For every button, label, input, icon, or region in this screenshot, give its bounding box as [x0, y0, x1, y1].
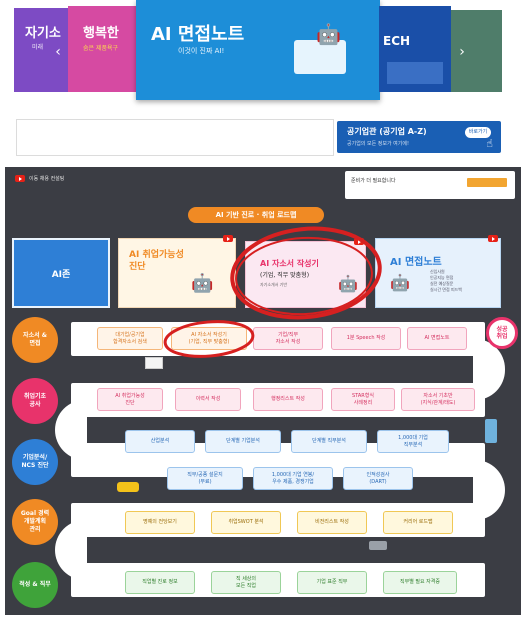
road-turn	[55, 400, 87, 460]
public-enterprise-sublabel: 공기업의 모든 정보가 여기에!	[347, 141, 409, 147]
step-star-cases[interactable]: STAR형식 사례정리	[331, 388, 395, 411]
step-job-survey[interactable]: 직무/공종 설문지 (무료)	[167, 467, 243, 490]
youtube-icon[interactable]	[354, 238, 364, 245]
step-ai-interview-note[interactable]: AI 면접노트	[407, 327, 467, 350]
ai-employability-card[interactable]: AI 취업가능성 진단 🤖	[118, 235, 236, 308]
goal-success-badge: 성공 취업	[486, 317, 518, 349]
public-enterprise-button[interactable]: 공기업관 (공기업 A-Z) 공기업의 모든 정보가 여기에! 바로가기 ☝	[337, 121, 501, 153]
step-cv-writing[interactable]: 이력서 작성	[175, 388, 241, 411]
step-1min-speech[interactable]: 1분 Speech 작성	[331, 327, 401, 350]
slide-3-active[interactable]: AI 면접노트 이것이 진짜 AI! 🤖	[136, 0, 380, 100]
step-1000-company-salary[interactable]: 1,000대 기업 연봉/ 우수 제품, 경쟁기업	[253, 467, 333, 490]
slide-1-title: 자기소	[25, 26, 61, 41]
step-resume-search[interactable]: 대기업/공기업 합격자소서 검색	[97, 327, 163, 350]
ai-resume-writer-card[interactable]: AI 자소서 작성기 (기업, 직무 맞춤형) 자기소개서 기반 🤖	[245, 238, 366, 308]
interview-illustration	[387, 62, 443, 84]
step-resume-basics[interactable]: 자소서 기초반 (지식/관계/태도)	[401, 388, 475, 411]
step-1000-company-jobs[interactable]: 1,000대 기업 직무분석	[377, 430, 449, 453]
slide-3-subtitle: 이것이 진짜 AI!	[178, 47, 225, 55]
slide-2-title: 행복한	[83, 26, 119, 41]
road-turn	[473, 460, 505, 520]
roadmap-board: 이동 채용 컨설팅 준비가 더 필요합니다 AI 기반 진로 · 취업 로드맵 …	[5, 167, 521, 615]
slide-2[interactable]: 행복한 숨은 제품욕구	[68, 6, 140, 92]
notice-text: 준비가 더 필요합니다	[351, 178, 396, 184]
banner-carousel: 자기소 미래 행복한 숨은 제품욕구 AI 면접노트 이것이 진짜 AI! 🤖 …	[0, 0, 526, 108]
row-label-resume-interview: 자소서 & 면접	[12, 317, 58, 363]
step-certifications[interactable]: 직무별 필요 자격증	[383, 571, 457, 594]
step-company-analysis[interactable]: 단계별 기업분석	[205, 430, 281, 453]
step-ai-employability[interactable]: AI 취업가능성 진단	[97, 388, 163, 411]
slide-3-title: AI 면접노트	[151, 24, 245, 45]
roadmap-badge: AI 기반 진로 · 취업 로드맵	[188, 207, 324, 223]
youtube-icon[interactable]	[488, 235, 498, 242]
board-header-text: 이동 채용 컨설팅	[29, 176, 65, 182]
youtube-icon	[15, 175, 25, 182]
step-hall-of-fame[interactable]: 명예의 전당보기	[125, 511, 195, 534]
step-action-list[interactable]: 행정리스트 작성	[253, 388, 323, 411]
row-label-company-analysis: 기업분석/ NCS 진단	[12, 439, 58, 485]
slide-1-subtitle: 미래	[32, 44, 44, 51]
trash-bin-icon	[485, 419, 497, 443]
ai-zone-label: AI존	[12, 238, 110, 308]
notice-button[interactable]	[467, 178, 507, 187]
step-swot[interactable]: 취업SWOT 분석	[211, 511, 281, 534]
carousel-prev-arrow[interactable]: ‹	[52, 43, 64, 61]
robot-icon: 🤖	[338, 274, 358, 293]
step-all-jobs[interactable]: 직 세상의 모든 직업	[211, 571, 281, 594]
ai-interview-note-desc: 신입사원 인공지능 면접 실전 예상질문 실시간 면접 피드백	[430, 269, 462, 292]
search-input[interactable]	[16, 119, 334, 156]
step-company-resume[interactable]: 기업/직무 자소서 작성	[253, 327, 323, 350]
page: 자기소 미래 행복한 숨은 제품욕구 AI 면접노트 이것이 진짜 AI! 🤖 …	[0, 0, 526, 617]
step-industry-analysis[interactable]: 산업분석	[125, 430, 195, 453]
step-ai-resume-writer[interactable]: AI 자소서 작성기 (기업, 직무 맞춤형)	[171, 327, 247, 350]
row-label-job-basics: 취업기초 공사	[12, 378, 58, 424]
ai-resume-writer-subtitle: (기업, 직무 맞춤형)	[260, 272, 310, 279]
robot-icon: 🤖	[316, 22, 341, 46]
slide-2-subtitle: 숨은 제품욕구	[83, 45, 119, 52]
slide-4[interactable]: ECH	[379, 6, 451, 92]
cart-icon	[369, 541, 387, 550]
book-icon	[145, 357, 163, 369]
road-turn	[55, 520, 87, 580]
board-header: 이동 채용 컨설팅	[15, 175, 64, 182]
notice-box: 준비가 더 필요합니다	[345, 171, 515, 199]
ai-interview-note-card[interactable]: AI 면접노트 신입사원 인공지능 면접 실전 예상질문 실시간 면접 피드백 …	[375, 235, 501, 308]
ai-resume-writer-desc: 자기소개서 기반	[260, 282, 288, 287]
step-vision-list[interactable]: 비전리스트 작성	[297, 511, 367, 534]
ai-interview-note-title: AI 면접노트	[390, 257, 442, 268]
step-job-analysis[interactable]: 단계별 직무분석	[291, 430, 367, 453]
youtube-icon[interactable]	[223, 235, 233, 242]
step-aptitude-test[interactable]: 인적성검사 (DART)	[343, 467, 413, 490]
ai-employability-title: AI 취업가능성 진단	[129, 250, 184, 272]
ai-resume-writer-title: AI 자소서 작성기	[260, 259, 319, 268]
step-standard-jobs[interactable]: 기업 표준 직무	[297, 571, 367, 594]
step-career-roadmap[interactable]: 커리어 로드맵	[383, 511, 453, 534]
carousel-next-arrow[interactable]: ›	[456, 43, 468, 61]
public-enterprise-label: 공기업관 (공기업 A-Z)	[347, 127, 427, 136]
row-label-goal-plan: Goal 경력 개발계획 관리	[12, 499, 58, 545]
step-job-info[interactable]: 직업별 진로 정보	[125, 571, 195, 594]
robot-icon: 🤖	[390, 273, 410, 292]
robot-icon: 🤖	[191, 273, 214, 294]
row-label-aptitude: 적성 & 직무	[12, 562, 58, 608]
slide-4-title: ECH	[383, 34, 411, 48]
pointer-hand-icon: ☝	[486, 137, 493, 150]
taxi-icon	[117, 482, 139, 492]
